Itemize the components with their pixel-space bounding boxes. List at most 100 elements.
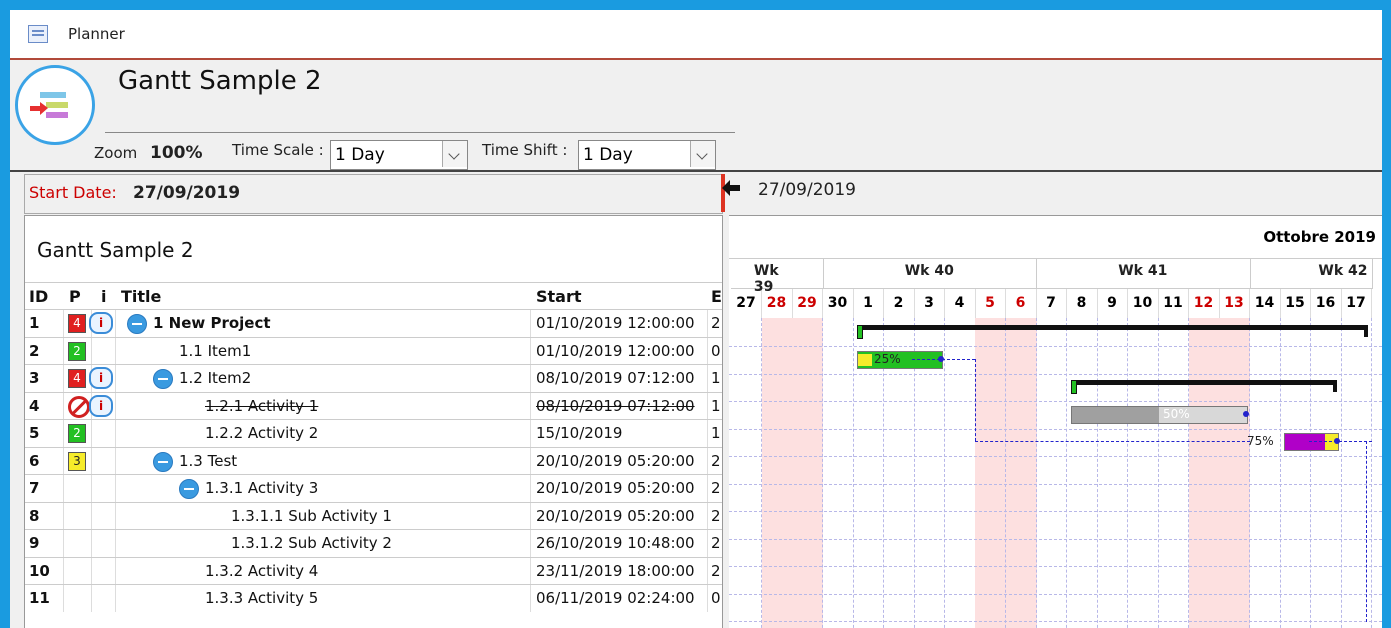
day-header[interactable]: 5 bbox=[975, 288, 1006, 318]
collapse-icon[interactable] bbox=[153, 451, 173, 472]
progress-label: 75% bbox=[1247, 434, 1274, 448]
day-header[interactable]: 9 bbox=[1097, 288, 1128, 318]
table-row[interactable]: 1 4i 1 New Project 01/10/2019 12:00:00 2 bbox=[25, 309, 722, 337]
table-row[interactable]: 11 1.3.3 Activity 5 06/11/2019 02:24:00 0 bbox=[25, 584, 722, 612]
summary-bar[interactable] bbox=[857, 325, 1368, 330]
priority-badge[interactable]: 4 bbox=[68, 369, 86, 388]
row-id: 9 bbox=[29, 534, 40, 552]
day-header[interactable]: 15 bbox=[1280, 288, 1311, 318]
row-end: 1 bbox=[711, 369, 721, 387]
column-divider bbox=[530, 585, 531, 612]
dependency-link bbox=[1308, 441, 1372, 442]
start-date-value[interactable]: 27/09/2019 bbox=[133, 183, 240, 203]
row-title[interactable]: 1.3.1.2 Sub Activity 2 bbox=[231, 534, 392, 552]
priority-badge[interactable]: 2 bbox=[68, 424, 86, 443]
day-column bbox=[1280, 318, 1311, 628]
collapse-icon[interactable] bbox=[179, 479, 199, 499]
table-row[interactable]: 7 1.3.1 Activity 3 20/10/2019 05:20:00 2 bbox=[25, 474, 722, 502]
row-start: 08/10/2019 07:12:00 bbox=[536, 369, 695, 387]
table-row[interactable]: 6 3 1.3 Test 20/10/2019 05:20:00 2 bbox=[25, 446, 722, 475]
row-start: 06/11/2019 02:24:00 bbox=[536, 589, 695, 607]
day-header[interactable]: 12 bbox=[1189, 288, 1220, 318]
gantt-row-line bbox=[729, 538, 1382, 540]
task-progress bbox=[1285, 434, 1325, 450]
column-divider bbox=[115, 420, 116, 447]
day-header[interactable]: 30 bbox=[823, 288, 854, 318]
day-header[interactable]: 1 bbox=[853, 288, 884, 318]
week-header: Wk 40 bbox=[822, 258, 1037, 289]
row-title[interactable]: 1.3.3 Activity 5 bbox=[205, 589, 318, 607]
column-divider bbox=[707, 365, 708, 392]
day-header[interactable]: 4 bbox=[945, 288, 976, 318]
row-start: 20/10/2019 05:20:00 bbox=[536, 451, 695, 470]
task-bar[interactable]: 75% bbox=[1247, 433, 1339, 451]
task-bar[interactable]: 25% bbox=[857, 350, 943, 369]
row-title[interactable]: 1.1 Item1 bbox=[179, 342, 251, 360]
table-row[interactable]: 4 i 1.2.1 Activity 1 08/10/2019 07:12:00 1 bbox=[25, 391, 722, 420]
chevron-down-icon[interactable] bbox=[442, 141, 467, 167]
info-icon[interactable]: i bbox=[89, 394, 113, 417]
week-header: Wk 42 bbox=[1249, 258, 1373, 289]
column-divider bbox=[63, 365, 64, 392]
row-title[interactable]: 1.2 Item2 bbox=[179, 369, 251, 387]
day-header[interactable]: 16 bbox=[1311, 288, 1342, 318]
day-header[interactable]: 2 bbox=[884, 288, 915, 318]
column-divider bbox=[63, 557, 64, 585]
day-header[interactable]: 14 bbox=[1250, 288, 1281, 318]
day-column bbox=[975, 318, 1006, 628]
table-row[interactable]: 5 2 1.2.2 Activity 2 15/10/2019 1 bbox=[25, 419, 722, 447]
table-row[interactable]: 10 1.3.2 Activity 4 23/11/2019 18:00:00 2 bbox=[25, 556, 722, 585]
summary-start-marker bbox=[1070, 380, 1077, 394]
day-header[interactable]: 11 bbox=[1158, 288, 1189, 318]
priority-badge[interactable]: 2 bbox=[68, 341, 86, 361]
col-title[interactable]: Title bbox=[121, 287, 161, 306]
column-divider bbox=[530, 420, 531, 447]
goto-start-button[interactable]: 27/09/2019 bbox=[722, 176, 1368, 208]
collapse-icon[interactable] bbox=[153, 369, 173, 389]
day-header[interactable]: 13 bbox=[1219, 288, 1250, 318]
table-row[interactable]: 3 4 i 1.2 Item2 08/10/2019 07:12:00 1 bbox=[25, 364, 722, 392]
col-end[interactable]: E bbox=[711, 287, 722, 306]
day-header[interactable]: 17 bbox=[1341, 288, 1372, 318]
row-title[interactable]: 1.2.2 Activity 2 bbox=[205, 424, 318, 442]
row-id: 11 bbox=[29, 589, 50, 607]
row-title[interactable]: 1.3.1 Activity 3 bbox=[205, 479, 318, 497]
dependency-link bbox=[912, 358, 975, 360]
info-icon[interactable]: i bbox=[89, 312, 113, 334]
column-divider bbox=[63, 585, 64, 612]
collapse-icon[interactable] bbox=[127, 314, 147, 334]
day-column bbox=[1097, 318, 1128, 628]
page-title: Gantt Sample 2 bbox=[118, 66, 322, 96]
timeshift-select[interactable]: 1 Day bbox=[578, 140, 716, 170]
row-title[interactable]: 1.3.1.1 Sub Activity 1 bbox=[231, 507, 392, 525]
task-bar[interactable]: 50% bbox=[1070, 405, 1248, 424]
day-header[interactable]: 10 bbox=[1128, 288, 1159, 318]
row-title[interactable]: 1.3.2 Activity 4 bbox=[205, 562, 318, 580]
table-row[interactable]: 8 1.3.1.1 Sub Activity 1 20/10/2019 05:20:… bbox=[25, 501, 722, 530]
day-header[interactable]: 6 bbox=[1006, 288, 1037, 318]
row-title[interactable]: 1.2.1 Activity 1 bbox=[205, 397, 318, 415]
col-info[interactable]: i bbox=[101, 287, 106, 306]
summary-end-marker bbox=[1333, 380, 1337, 392]
table-row[interactable]: 2 2 1.1 Item1 01/10/2019 12:00:00 0 bbox=[25, 336, 722, 365]
zoom-value[interactable]: 100% bbox=[150, 143, 203, 163]
table-row[interactable]: 9 1.3.1.2 Sub Activity 2 26/10/2019 10:48:… bbox=[25, 529, 722, 557]
row-title[interactable]: 1.3 Test bbox=[179, 452, 237, 470]
day-header[interactable]: 7 bbox=[1036, 288, 1067, 318]
info-icon[interactable]: i bbox=[89, 367, 113, 389]
col-start[interactable]: Start bbox=[536, 287, 582, 306]
chevron-down-icon[interactable] bbox=[690, 141, 715, 167]
col-id[interactable]: ID bbox=[29, 287, 48, 306]
day-header[interactable]: 3 bbox=[914, 288, 945, 318]
priority-badge[interactable]: 4 bbox=[68, 314, 86, 333]
timescale-select[interactable]: 1 Day bbox=[330, 140, 468, 170]
column-divider bbox=[91, 585, 92, 612]
column-divider bbox=[115, 530, 116, 557]
row-title[interactable]: 1 New Project bbox=[153, 314, 271, 332]
summary-bar[interactable] bbox=[1070, 380, 1337, 385]
col-priority[interactable]: P bbox=[69, 287, 81, 306]
row-start: 08/10/2019 07:12:00 bbox=[536, 396, 695, 415]
row-start: 20/10/2019 05:20:00 bbox=[536, 479, 695, 497]
priority-badge[interactable]: 3 bbox=[68, 451, 86, 471]
day-header[interactable]: 8 bbox=[1067, 288, 1098, 318]
